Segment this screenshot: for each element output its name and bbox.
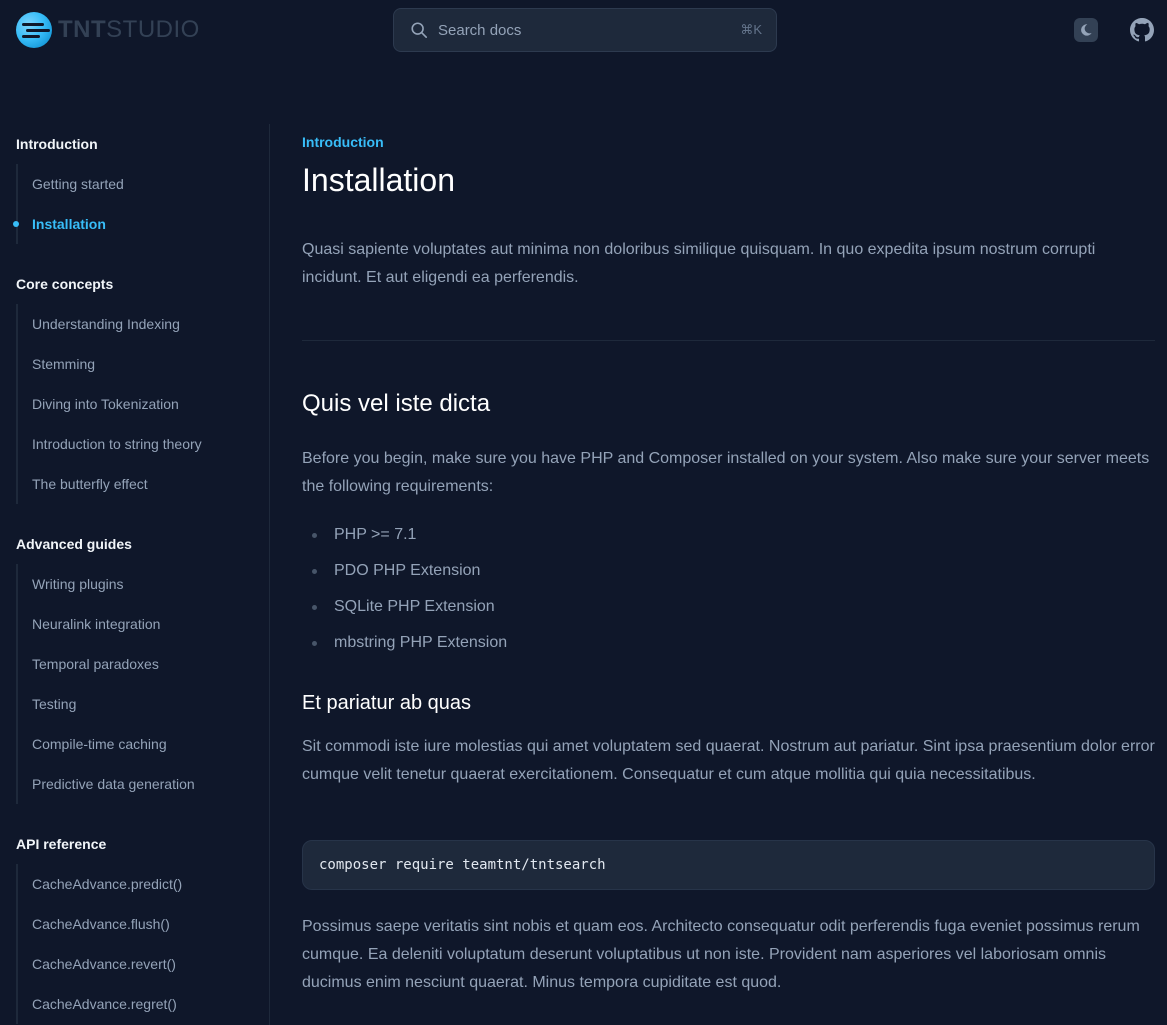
logo[interactable]: TNTSTUDIO: [16, 12, 200, 48]
subheading[interactable]: Et pariatur ab quas: [302, 692, 471, 715]
sidebar-item-stemming[interactable]: Stemming: [18, 344, 202, 384]
sidebar-item-testing[interactable]: Testing: [18, 684, 195, 724]
sidebar-item-temporal-paradoxes[interactable]: Temporal paradoxes: [18, 644, 195, 684]
sub-paragraph: Sit commodi iste iure molestias qui amet…: [302, 738, 1155, 783]
top-header: TNTSTUDIO Search docs ⌘K: [0, 0, 1167, 60]
sidebar-item-introduction-to-string-theory[interactable]: Introduction to string theory: [18, 424, 202, 464]
sidebar-item-neuralink-integration[interactable]: Neuralink integration: [18, 604, 195, 644]
nav-section-heading: Core concepts: [16, 276, 114, 292]
theme-toggle-icon: [1081, 24, 1092, 36]
section-eyebrow: Introduction: [302, 134, 384, 150]
sidebar-item-installation[interactable]: Installation: [13, 204, 124, 244]
nav-list: CacheAdvance.predict() CacheAdvance.flush…: [16, 864, 182, 1024]
section-heading[interactable]: Quis vel iste dicta: [302, 390, 490, 418]
sidebar-item-writing-plugins[interactable]: Writing plugins: [18, 564, 195, 604]
sidebar-item-the-butterfly-effect[interactable]: The butterfly effect: [18, 464, 202, 504]
sidebar-item-cacheadvance-regret[interactable]: CacheAdvance.regret(): [18, 984, 182, 1024]
sidebar-item-understanding-indexing[interactable]: Understanding Indexing: [18, 304, 202, 344]
logo-mark-icon: [16, 12, 52, 48]
sidebar-nav: Introduction Getting started Installation C…: [0, 124, 270, 1025]
search-button[interactable]: Search docs ⌘K: [393, 8, 777, 52]
sidebar-item-getting-started[interactable]: Getting started: [18, 164, 124, 204]
nav-list: Understanding Indexing Stemming Diving int…: [16, 304, 202, 504]
search-icon: [411, 22, 428, 39]
intro-paragraph: Before you begin, make sure you have PHP…: [302, 450, 1150, 495]
github-link[interactable]: [1130, 18, 1154, 42]
list-item: PDO PHP Extension: [302, 553, 507, 589]
sidebar-item-cacheadvance-predict[interactable]: CacheAdvance.predict(): [18, 864, 182, 904]
search-shortcut: ⌘K: [740, 22, 762, 37]
theme-toggle-button[interactable]: [1074, 18, 1098, 42]
nav-list: Writing plugins Neuralink integration Temp…: [16, 564, 195, 804]
list-item: PHP >= 7.1: [302, 517, 507, 553]
github-icon: [1130, 18, 1154, 42]
list-item: mbstring PHP Extension: [302, 625, 507, 661]
logo-text-bold: TNT: [58, 16, 107, 43]
nav-section-heading: API reference: [16, 836, 107, 852]
nav-section-heading: Introduction: [16, 136, 98, 152]
page-title: Installation: [302, 162, 455, 198]
logo-text-regular: STUDIO: [106, 16, 200, 43]
sidebar-item-predictive-data-generation[interactable]: Predictive data generation: [18, 764, 195, 804]
sidebar-item-cacheadvance-flush[interactable]: CacheAdvance.flush(): [18, 904, 182, 944]
sidebar-item-compile-time-caching[interactable]: Compile-time caching: [18, 724, 195, 764]
closing-paragraph: Possimus saepe veritatis sint nobis et q…: [302, 918, 1140, 991]
requirements-list: PHP >= 7.1 PDO PHP Extension SQLite PHP …: [302, 517, 507, 661]
nav-list: Getting started Installation: [13, 164, 124, 244]
code-block[interactable]: composer require teamtnt/tntsearch: [302, 840, 1155, 890]
divider: [302, 340, 1155, 341]
search-placeholder: Search docs: [438, 21, 522, 39]
sidebar-item-diving-into-tokenization[interactable]: Diving into Tokenization: [18, 384, 202, 424]
nav-section-heading: Advanced guides: [16, 536, 132, 552]
sidebar-item-cacheadvance-revert[interactable]: CacheAdvance.revert(): [18, 944, 182, 984]
lead-paragraph: Quasi sapiente voluptates aut minima non…: [302, 241, 1096, 286]
list-item: SQLite PHP Extension: [302, 589, 507, 625]
logo-text: TNTSTUDIO: [58, 12, 200, 48]
